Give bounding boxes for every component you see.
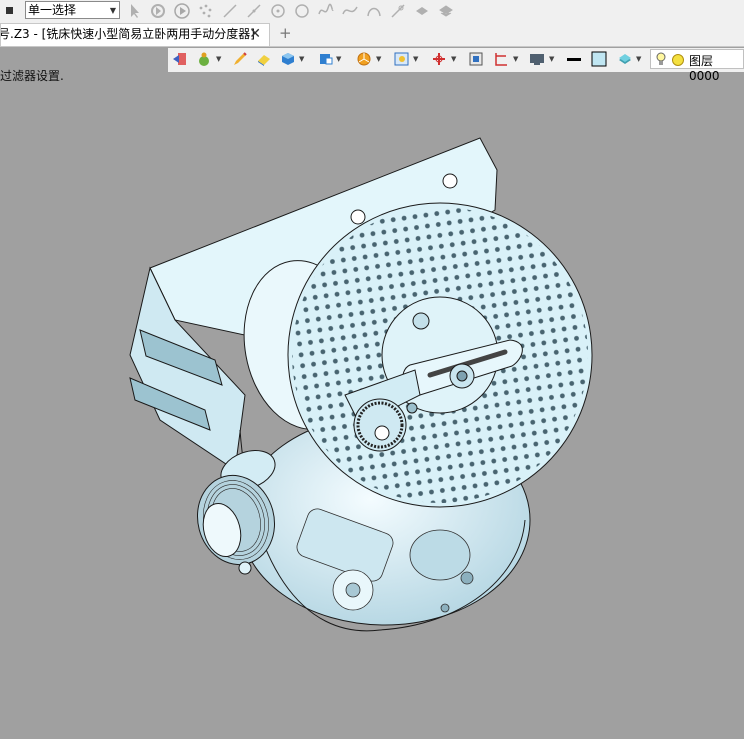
crank-gear: [353, 398, 407, 452]
mount-hole-left: [350, 209, 366, 225]
plate-center-boss: [412, 312, 430, 330]
model-viewport[interactable]: [0, 0, 744, 739]
mount-hole-top: [442, 173, 458, 189]
dividing-head-model: [129, 137, 593, 632]
